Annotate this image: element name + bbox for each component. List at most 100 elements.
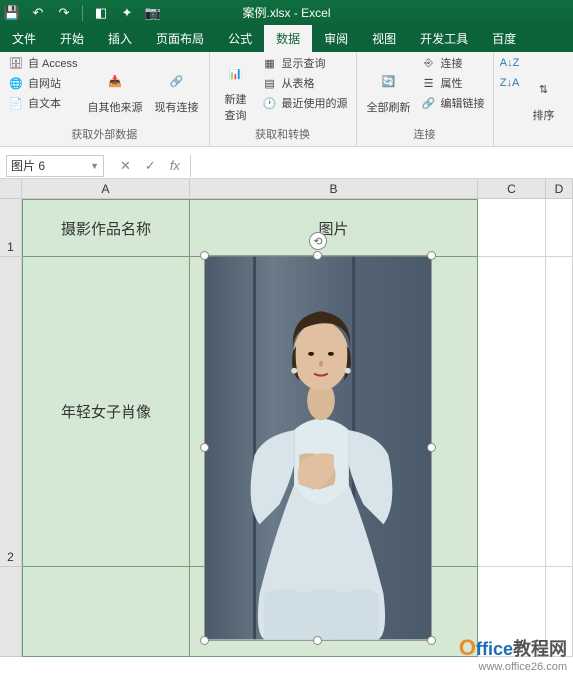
ribbon-group-connections: 🔄 全部刷新 ⎆连接 ☰属性 🔗编辑链接 连接: [357, 52, 494, 146]
tab-baidu[interactable]: 百度: [480, 25, 528, 52]
cell-C1[interactable]: [478, 199, 546, 257]
access-icon: 🗄: [8, 55, 24, 71]
edit-links-icon: 🔗: [421, 95, 437, 111]
resize-handle-tl[interactable]: [200, 251, 209, 260]
rotate-handle[interactable]: ⟲: [309, 232, 327, 250]
touch-mode-icon[interactable]: ◧: [93, 5, 109, 21]
resize-handle-bl[interactable]: [200, 636, 209, 645]
tab-view[interactable]: 视图: [360, 25, 408, 52]
show-query-icon: ▦: [262, 55, 278, 71]
tab-insert[interactable]: 插入: [96, 25, 144, 52]
existing-connections-button[interactable]: 🔗 现有连接: [151, 54, 203, 126]
show-query-button[interactable]: ▦显示查询: [260, 54, 350, 72]
sort-desc-icon: Z↓A: [502, 75, 518, 91]
cell-B1[interactable]: 图片: [190, 199, 478, 257]
watermark-logo-o: O: [459, 635, 476, 660]
resize-handle-br[interactable]: [427, 636, 436, 645]
refresh-all-button[interactable]: 🔄 全部刷新: [363, 54, 415, 126]
from-web-button[interactable]: 🌐自网站: [6, 74, 80, 92]
row-header-2[interactable]: 2: [0, 257, 22, 567]
group-label: 获取和转换: [216, 126, 350, 144]
from-other-sources-button[interactable]: 📥 自其他来源: [84, 54, 147, 126]
cell-D1[interactable]: [546, 199, 573, 257]
tab-developer[interactable]: 开发工具: [408, 25, 480, 52]
from-text-button[interactable]: 📄自文本: [6, 94, 80, 112]
ribbon-group-external-data: 🗄自 Access 🌐自网站 📄自文本 📥 自其他来源 🔗 现有连接 获取外部数…: [0, 52, 210, 146]
separator: [82, 5, 83, 21]
column-headers: A B C D: [0, 179, 573, 199]
resize-handle-b[interactable]: [313, 636, 322, 645]
col-header-A[interactable]: A: [22, 179, 190, 199]
save-icon[interactable]: 💾: [4, 5, 20, 21]
col-header-D[interactable]: D: [546, 179, 573, 199]
portrait-image: [205, 256, 431, 640]
tab-page-layout[interactable]: 页面布局: [144, 25, 216, 52]
resize-handle-r[interactable]: [427, 443, 436, 452]
edit-links-button[interactable]: 🔗编辑链接: [419, 94, 487, 112]
quick-access-toolbar: 💾 ↶ ↷ ◧ ✦ 📷 案例.xlsx - Excel: [0, 0, 573, 26]
other-sources-icon: 📥: [99, 65, 131, 97]
recent-icon: 🕐: [262, 95, 278, 111]
tab-data[interactable]: 数据: [264, 25, 312, 52]
new-query-button[interactable]: 📊 新建 查询: [216, 54, 256, 126]
undo-icon[interactable]: ↶: [30, 5, 46, 21]
existing-conn-icon: 🔗: [161, 65, 193, 97]
cancel-icon[interactable]: ✕: [120, 158, 131, 174]
new-icon[interactable]: ✦: [119, 5, 135, 21]
connections-icon: ⎆: [421, 55, 437, 71]
redo-icon[interactable]: ↷: [56, 5, 72, 21]
col-header-B[interactable]: B: [190, 179, 478, 199]
cell-D2[interactable]: [546, 257, 573, 567]
sort-asc-icon: A↓Z: [502, 55, 518, 71]
recent-sources-button[interactable]: 🕐最近使用的源: [260, 94, 350, 112]
refresh-icon: 🔄: [373, 65, 405, 97]
name-box[interactable]: 图片 6 ▼: [6, 155, 104, 177]
ribbon-group-sort: A↓Z Z↓A ⇅ 排序: [494, 52, 570, 146]
select-all-corner[interactable]: [0, 179, 22, 199]
from-access-button[interactable]: 🗄自 Access: [6, 54, 80, 72]
window-title: 案例.xlsx - Excel: [242, 4, 330, 21]
fx-icon[interactable]: fx: [170, 158, 180, 173]
web-icon: 🌐: [8, 75, 24, 91]
connections-button[interactable]: ⎆连接: [419, 54, 487, 72]
properties-button[interactable]: ☰属性: [419, 74, 487, 92]
group-label: 连接: [363, 126, 487, 144]
cell-A1[interactable]: 摄影作品名称: [22, 199, 190, 257]
camera-icon[interactable]: 📷: [145, 5, 161, 21]
row-headers: 1 2: [0, 199, 22, 657]
properties-icon: ☰: [421, 75, 437, 91]
resize-handle-l[interactable]: [200, 443, 209, 452]
cell-A2[interactable]: 年轻女子肖像: [22, 257, 190, 567]
sort-button[interactable]: ⇅ 排序: [524, 54, 564, 142]
tab-review[interactable]: 审阅: [312, 25, 360, 52]
row-header-3[interactable]: [0, 567, 22, 657]
group-label: [500, 142, 564, 144]
tab-home[interactable]: 开始: [48, 25, 96, 52]
resize-handle-t[interactable]: [313, 251, 322, 260]
formula-bar-row: 图片 6 ▼ ✕ ✓ fx: [0, 153, 573, 179]
watermark: Office教程网 www.office26.com: [459, 635, 567, 673]
sort-asc-button[interactable]: A↓Z: [500, 54, 520, 72]
ribbon-group-get-transform: 📊 新建 查询 ▦显示查询 ▤从表格 🕐最近使用的源 获取和转换: [210, 52, 357, 146]
formula-bar[interactable]: [190, 155, 573, 177]
cell-A3[interactable]: [22, 567, 190, 657]
from-table-icon: ▤: [262, 75, 278, 91]
inserted-image[interactable]: ⟲: [204, 255, 432, 641]
sort-desc-button[interactable]: Z↓A: [500, 74, 520, 92]
new-query-icon: 📊: [220, 57, 252, 89]
ribbon: 🗄自 Access 🌐自网站 📄自文本 📥 自其他来源 🔗 现有连接 获取外部数…: [0, 52, 573, 147]
from-table-button[interactable]: ▤从表格: [260, 74, 350, 92]
col-header-C[interactable]: C: [478, 179, 546, 199]
watermark-url: www.office26.com: [459, 661, 567, 673]
group-label: 获取外部数据: [6, 126, 203, 144]
sort-icon: ⇅: [528, 73, 560, 105]
resize-handle-tr[interactable]: [427, 251, 436, 260]
tab-file[interactable]: 文件: [0, 25, 48, 52]
text-icon: 📄: [8, 95, 24, 111]
row-header-1[interactable]: 1: [0, 199, 22, 257]
ribbon-tabs: 文件 开始 插入 页面布局 公式 数据 审阅 视图 开发工具 百度: [0, 26, 573, 52]
chevron-down-icon[interactable]: ▼: [90, 161, 99, 171]
enter-icon[interactable]: ✓: [145, 158, 156, 174]
tab-formulas[interactable]: 公式: [216, 25, 264, 52]
cell-C2[interactable]: [478, 257, 546, 567]
